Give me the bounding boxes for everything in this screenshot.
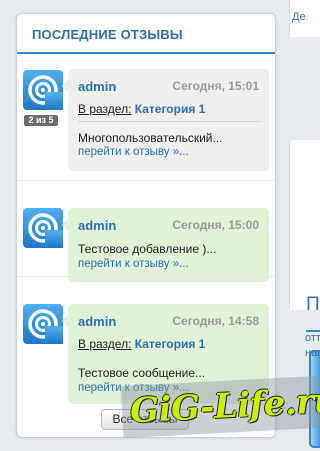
avatar[interactable] [23, 208, 63, 248]
review-item: admin Сегодня, 15:00 Тестовое добавление… [17, 181, 275, 282]
review-section: В раздел: Категория 1 [78, 337, 205, 351]
review-text: Тестовое добавление )... [78, 242, 217, 256]
right-content-panel: П [289, 140, 320, 448]
right-heading: П [306, 294, 320, 315]
review-text: Тестовое сообщение... [78, 366, 206, 380]
section-label: В раздел: [78, 102, 132, 116]
review-date: Сегодня, 14:58 [172, 314, 259, 328]
divider [78, 121, 261, 122]
widget-title: ПОСЛЕДНИЕ ОТЗЫВЫ [32, 27, 183, 42]
right-link-2[interactable]: нап [305, 347, 320, 359]
avatar[interactable] [23, 304, 63, 344]
review-section: В раздел: Категория 1 [78, 102, 205, 116]
right-top-text[interactable]: Де [292, 11, 306, 23]
review-author[interactable]: admin [78, 314, 116, 329]
section-link[interactable]: Категория 1 [135, 337, 206, 351]
section-label: В раздел: [78, 337, 132, 351]
right-link-1[interactable]: отт [305, 332, 320, 344]
section-link[interactable]: Категория 1 [135, 102, 206, 116]
rating-badge: 2 из 5 [24, 115, 58, 126]
avatar[interactable] [23, 70, 63, 110]
review-text: Многопользовательский... [78, 131, 223, 145]
review-date: Сегодня, 15:00 [172, 218, 259, 232]
review-more-link[interactable]: перейти к отзыву »... [78, 258, 189, 270]
review-bubble: admin Сегодня, 15:01 В раздел: Категория… [62, 69, 269, 171]
review-author[interactable]: admin [78, 218, 116, 233]
right-top-panel: Де [289, 0, 320, 37]
widget-header: ПОСЛЕДНИЕ ОТЗЫВЫ [17, 14, 275, 54]
review-bubble: admin Сегодня, 15:00 Тестовое добавление… [62, 208, 269, 282]
review-more-link[interactable]: перейти к отзыву »... [78, 146, 189, 158]
review-date: Сегодня, 15:01 [172, 79, 259, 93]
review-author[interactable]: admin [78, 79, 116, 94]
latest-reviews-widget: ПОСЛЕДНИЕ ОТЗЫВЫ 2 из 5 admin Сегодня, 1… [16, 13, 276, 438]
review-item: 2 из 5 admin Сегодня, 15:01 В раздел: Ка… [17, 52, 275, 181]
